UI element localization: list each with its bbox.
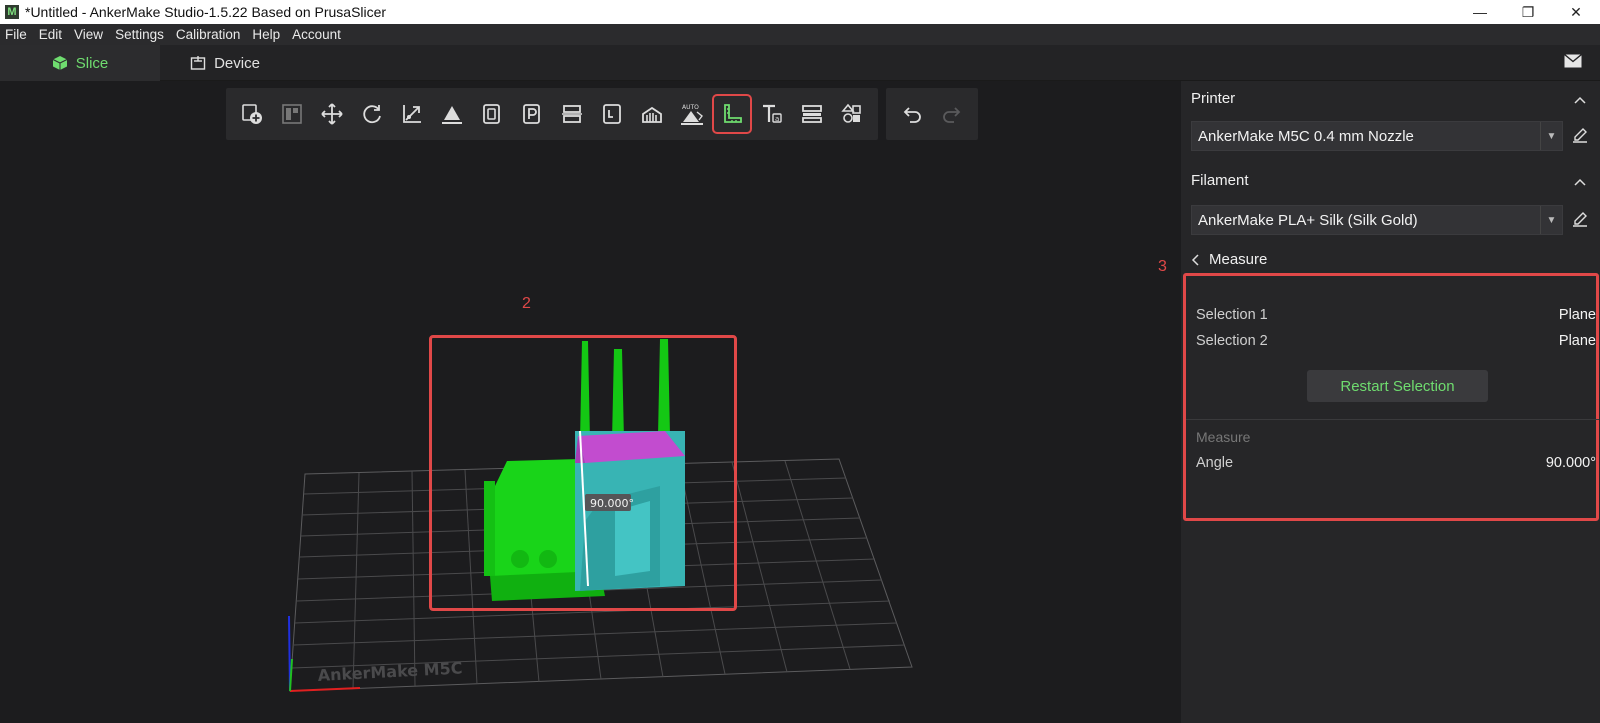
- tab-device[interactable]: Device: [160, 45, 290, 81]
- edit-printer-icon[interactable]: [1572, 127, 1588, 148]
- annotation-3: 3: [1158, 258, 1167, 275]
- annotation-2: 2: [522, 295, 531, 312]
- angle-label: Angle: [1196, 455, 1234, 471]
- measure-divider: [1186, 419, 1599, 420]
- filament-section-header[interactable]: Filament: [1181, 165, 1600, 195]
- tab-bar: Slice Device: [0, 45, 1600, 81]
- 3d-viewport[interactable]: AUTO a AnkerMake M5C 90.000° 2: [0, 81, 1181, 723]
- cube-icon: [52, 55, 68, 71]
- tab-slice-label: Slice: [75, 54, 109, 72]
- bed-label: AnkerMake M5C: [317, 658, 463, 685]
- selection-2-label: Selection 2: [1196, 333, 1268, 349]
- filament-header: Filament: [1191, 171, 1249, 189]
- settings-panel: Printer AnkerMake M5C 0.4 mm Nozzle ▼ Fi…: [1181, 81, 1600, 723]
- menu-calibration[interactable]: Calibration: [170, 27, 247, 42]
- menu-settings[interactable]: Settings: [109, 27, 170, 42]
- selection-2-value: Plane: [1558, 333, 1596, 349]
- menu-file[interactable]: File: [0, 27, 33, 42]
- minimize-icon[interactable]: —: [1456, 0, 1504, 24]
- window-controls: — ❐ ✕: [1456, 0, 1600, 24]
- angle-value: 90.000°: [1545, 455, 1596, 471]
- menu-account[interactable]: Account: [286, 27, 347, 42]
- tab-slice[interactable]: Slice: [0, 45, 160, 81]
- angle-row: Angle 90.000°: [1196, 455, 1596, 471]
- printer-value: AnkerMake M5C 0.4 mm Nozzle: [1198, 127, 1414, 145]
- close-icon[interactable]: ✕: [1552, 0, 1600, 24]
- app-logo-icon: M: [5, 5, 19, 19]
- tab-device-label: Device: [214, 54, 260, 72]
- dropdown-arrow-icon[interactable]: ▼: [1540, 122, 1562, 150]
- mail-icon[interactable]: [1564, 53, 1582, 73]
- menu-edit[interactable]: Edit: [33, 27, 68, 42]
- selection-1-value: Plane: [1558, 307, 1596, 323]
- selection-2-row: Selection 2 Plane: [1196, 333, 1596, 349]
- printer-header: Printer: [1191, 89, 1236, 107]
- printer-frame-icon: [190, 55, 206, 71]
- edit-filament-icon[interactable]: [1572, 211, 1588, 232]
- menu-help[interactable]: Help: [246, 27, 286, 42]
- window-title: *Untitled - AnkerMake Studio-1.5.22 Base…: [25, 4, 387, 20]
- measure-header: Measure: [1209, 251, 1268, 268]
- menu-bar: File Edit View Settings Calibration Help…: [0, 24, 1600, 45]
- measure-tool-panel: Selection 1 Plane Selection 2 Plane Rest…: [1183, 273, 1599, 521]
- selection-1-label: Selection 1: [1196, 307, 1268, 323]
- filament-value: AnkerMake PLA+ Silk (Silk Gold): [1198, 211, 1418, 229]
- measure-section-label: Measure: [1196, 429, 1251, 445]
- dropdown-arrow-icon[interactable]: ▼: [1540, 206, 1562, 234]
- measure-back-header[interactable]: Measure: [1191, 251, 1267, 268]
- selection-1-row: Selection 1 Plane: [1196, 307, 1596, 323]
- chevron-left-icon[interactable]: [1191, 253, 1199, 266]
- chevron-up-icon[interactable]: [1574, 173, 1586, 190]
- annotation-box-model: [429, 335, 737, 611]
- title-bar: M *Untitled - AnkerMake Studio-1.5.22 Ba…: [0, 0, 1600, 24]
- restart-selection-button[interactable]: Restart Selection: [1307, 370, 1488, 402]
- restore-icon[interactable]: ❐: [1504, 0, 1552, 24]
- filament-select[interactable]: AnkerMake PLA+ Silk (Silk Gold) ▼: [1191, 205, 1563, 235]
- menu-view[interactable]: View: [68, 27, 109, 42]
- printer-select[interactable]: AnkerMake M5C 0.4 mm Nozzle ▼: [1191, 121, 1563, 151]
- chevron-up-icon[interactable]: [1574, 91, 1586, 108]
- printer-section-header[interactable]: Printer: [1181, 83, 1600, 113]
